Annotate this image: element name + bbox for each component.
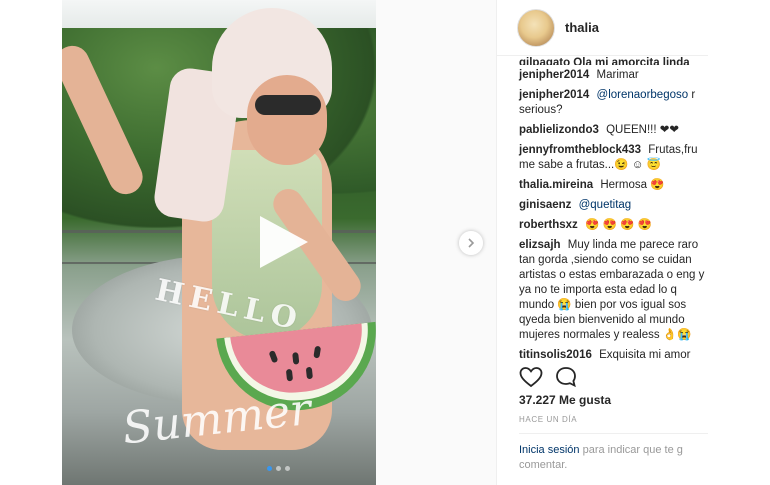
comment-username[interactable]: ginisaenz xyxy=(519,199,571,211)
speech-bubble-icon[interactable] xyxy=(555,366,577,388)
clipped-comment: gilpagato Ola mi amorcita linda xyxy=(519,56,708,65)
post-header: thalia xyxy=(497,0,708,56)
comment-text: Hermosa 😍 xyxy=(600,179,665,191)
comment-username[interactable]: jennyfromtheblock433 xyxy=(519,144,641,156)
comment-username[interactable]: jenipher2014 xyxy=(519,69,589,81)
watermelon-seed xyxy=(305,366,313,380)
comment-list[interactable]: gilpagato Ola mi amorcita linda jenipher… xyxy=(519,56,708,368)
comment-text: 😍 😍 😍 😍 xyxy=(585,219,652,231)
sunglasses xyxy=(255,95,321,115)
comment-text: Exquisita mi amor xyxy=(599,349,691,361)
comment-mention[interactable]: @quetitag xyxy=(579,199,632,211)
carousel-dot[interactable] xyxy=(276,466,281,471)
comment-text: Marimar xyxy=(596,69,639,81)
next-slide-button[interactable] xyxy=(459,231,483,255)
left-backdrop xyxy=(0,0,62,485)
login-prompt: Inicia sesión para indicar que te g come… xyxy=(519,443,708,473)
comment-text: QUEEN!!! ❤❤ xyxy=(606,124,680,136)
play-icon[interactable] xyxy=(254,212,312,272)
comment: jenipher2014 Marimar xyxy=(519,68,708,83)
comment-username[interactable]: titinsolis2016 xyxy=(519,349,592,361)
comment: roberthsxz 😍 😍 😍 😍 xyxy=(519,218,708,233)
comment: thalia.mireina Hermosa 😍 xyxy=(519,178,708,193)
clipped-comment-text: gilpagato Ola mi amorcita linda xyxy=(519,57,690,65)
chevron-right-icon xyxy=(468,238,475,248)
watermelon-seed xyxy=(285,368,294,382)
post-sidebar: thalia gilpagato Ola mi amorcita linda j… xyxy=(496,0,708,485)
watermelon-seed xyxy=(292,352,300,365)
comment: jennyfromtheblock433 Frutas,fru me sabe … xyxy=(519,143,708,173)
comment: elizsajh Muy linda me parece raro tan go… xyxy=(519,238,708,343)
right-backdrop xyxy=(708,0,770,485)
face xyxy=(247,75,327,165)
comment: jenipher2014 @lorenaorbegoso r serious? xyxy=(519,88,708,118)
comment-username[interactable]: pablielizondo3 xyxy=(519,124,599,136)
comment: ginisaenz @quetitag xyxy=(519,198,708,213)
comment-text: Muy linda me parece raro tan gorda ,sien… xyxy=(519,239,705,341)
post-timestamp[interactable]: HACE UN DÍA xyxy=(519,415,577,424)
comment-username[interactable]: roberthsxz xyxy=(519,219,578,231)
post-actions xyxy=(519,366,577,388)
post-modal: HELLO Summer thalia gilpagato Ola mi amo… xyxy=(0,0,770,485)
comment-mention[interactable]: @lorenaorbegoso xyxy=(597,89,689,101)
comment-username[interactable]: thalia.mireina xyxy=(519,179,593,191)
comment-username[interactable]: elizsajh xyxy=(519,239,561,251)
comment: pablielizondo3 QUEEN!!! ❤❤ xyxy=(519,123,708,138)
username[interactable]: thalia xyxy=(565,20,599,35)
likes-count[interactable]: 37.227 Me gusta xyxy=(519,393,611,407)
carousel-dots xyxy=(267,466,290,471)
post-media[interactable]: HELLO Summer xyxy=(62,0,376,485)
comment-username[interactable]: jenipher2014 xyxy=(519,89,589,101)
login-link[interactable]: Inicia sesión xyxy=(519,444,580,456)
carousel-dot[interactable] xyxy=(267,466,272,471)
avatar[interactable] xyxy=(517,8,555,47)
divider xyxy=(519,433,708,434)
heart-outline-icon[interactable] xyxy=(519,366,543,388)
carousel-dot[interactable] xyxy=(285,466,290,471)
comment: titinsolis2016 Exquisita mi amor xyxy=(519,348,708,363)
